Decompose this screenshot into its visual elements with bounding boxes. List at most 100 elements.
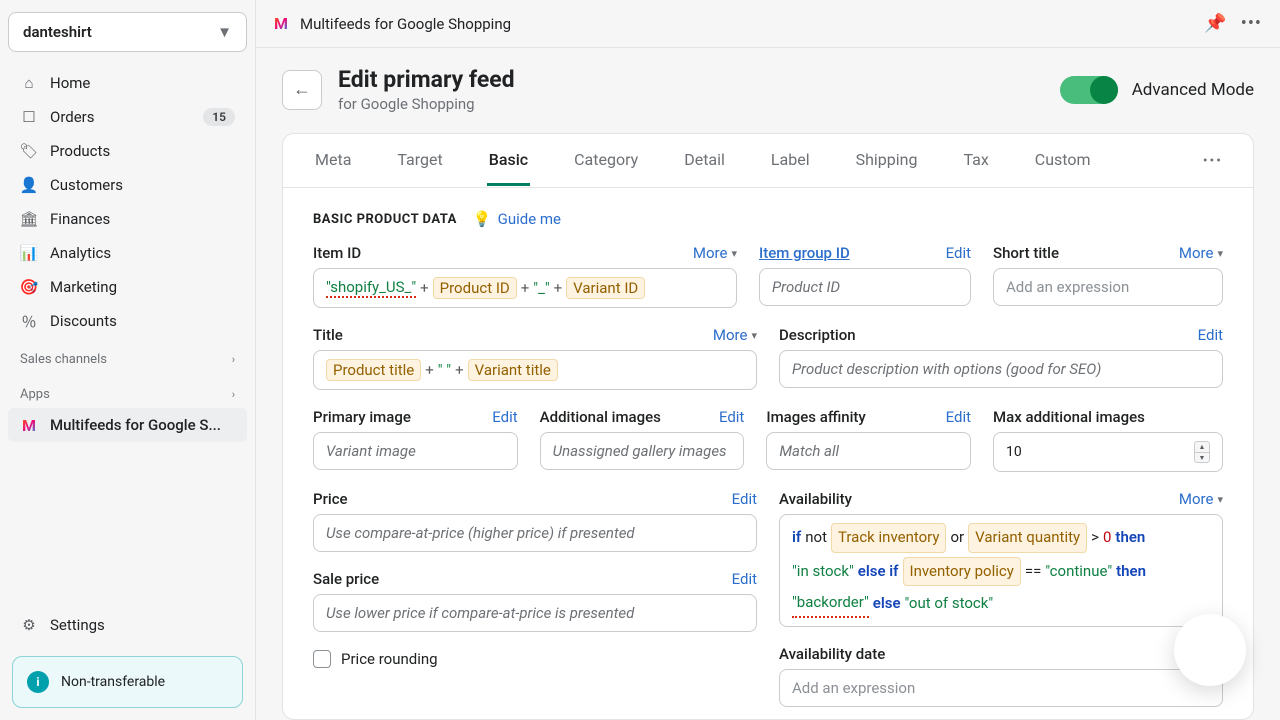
field-sale-price: Sale priceEdit Use lower price if compar… — [313, 570, 757, 632]
orders-icon: ☐ — [20, 108, 38, 126]
field-availability: AvailabilityMore ▾ if not Track inventor… — [779, 490, 1223, 627]
tab-basic[interactable]: Basic — [487, 136, 530, 186]
nav-marketing[interactable]: 🎯Marketing — [8, 270, 247, 304]
nav-customers[interactable]: 👤Customers — [8, 168, 247, 202]
field-item-group-id: Item group ID Edit Product ID — [759, 244, 971, 308]
app-name: Multifeeds for Google Shopping — [300, 15, 511, 33]
caret-down-icon: ▾ — [1217, 493, 1223, 506]
app-logo-icon: M — [274, 14, 288, 33]
sidebar: danteshirt ▼ ⌂Home ☐Orders15 🏷Products 👤… — [0, 0, 256, 720]
availability-expression[interactable]: if not Track inventory or Variant quanti… — [779, 514, 1223, 627]
page-header: ← Edit primary feed for Google Shopping … — [256, 48, 1280, 119]
field-max-additional-images: Max additional images 10 ▲▼ — [993, 408, 1223, 472]
form-body: BASIC PRODUCT DATA 💡 Guide me Item ID Mo… — [283, 188, 1253, 719]
field-description: Description Edit Product description wit… — [779, 326, 1223, 390]
help-fab[interactable] — [1174, 614, 1246, 686]
sale-price-value[interactable]: Use lower price if compare-at-price is p… — [313, 594, 757, 632]
field-availability-date: Availability dateMore ▾ Add an expressio… — [779, 645, 1223, 707]
store-selector[interactable]: danteshirt ▼ — [8, 12, 247, 52]
back-button[interactable]: ← — [282, 70, 322, 110]
nav-analytics[interactable]: 📊Analytics — [8, 236, 247, 270]
images-affinity-edit[interactable]: Edit — [946, 408, 971, 426]
field-primary-image: Primary imageEdit Variant image — [313, 408, 518, 472]
title-more[interactable]: More ▾ — [713, 326, 757, 344]
apps-section[interactable]: Apps› — [8, 373, 247, 408]
additional-images-edit[interactable]: Edit — [719, 408, 744, 426]
info-icon: i — [27, 671, 49, 693]
tab-label[interactable]: Label — [769, 136, 812, 186]
tabs: Meta Target Basic Category Detail Label … — [283, 134, 1253, 188]
caret-down-icon: ▾ — [751, 329, 757, 342]
primary-image-value[interactable]: Variant image — [313, 432, 518, 470]
stepper-down[interactable]: ▼ — [1194, 452, 1210, 463]
nav-products[interactable]: 🏷Products — [8, 134, 247, 168]
price-edit[interactable]: Edit — [732, 490, 757, 508]
item-id-more[interactable]: More ▾ — [693, 244, 737, 262]
primary-image-edit[interactable]: Edit — [492, 408, 517, 426]
price-rounding-checkbox[interactable]: Price rounding — [313, 650, 757, 668]
short-title-input[interactable]: Add an expression — [993, 268, 1223, 306]
target-icon: 🎯 — [20, 278, 38, 296]
availability-more[interactable]: More ▾ — [1179, 490, 1223, 508]
tab-tax[interactable]: Tax — [961, 136, 990, 186]
section-title: BASIC PRODUCT DATA — [313, 212, 457, 227]
user-icon: 👤 — [20, 176, 38, 194]
advanced-mode-toggle[interactable] — [1060, 76, 1118, 104]
nav-finances[interactable]: 🏛Finances — [8, 202, 247, 236]
store-name: danteshirt — [23, 23, 92, 41]
tabs-overflow[interactable]: ••• — [1203, 153, 1223, 169]
field-item-id: Item ID More ▾ "shopify_US_"+ Product ID… — [313, 244, 737, 308]
nav-app-multifeeds[interactable]: MMultifeeds for Google S... — [8, 408, 247, 442]
tab-shipping[interactable]: Shipping — [854, 136, 920, 186]
images-affinity-value[interactable]: Match all — [766, 432, 971, 470]
tab-target[interactable]: Target — [395, 136, 444, 186]
guide-me-link[interactable]: 💡 Guide me — [473, 210, 561, 228]
chevron-down-icon: ▼ — [217, 23, 232, 41]
checkbox-icon — [313, 650, 331, 668]
chart-icon: 📊 — [20, 244, 38, 262]
chevron-right-icon: › — [232, 353, 235, 366]
bank-icon: 🏛 — [20, 210, 38, 228]
description-edit[interactable]: Edit — [1198, 326, 1223, 344]
field-title: Title More ▾ Product title +" "+ Variant… — [313, 326, 757, 390]
home-icon: ⌂ — [20, 74, 38, 92]
nav-settings[interactable]: ⚙Settings — [8, 608, 247, 642]
short-title-more[interactable]: More ▾ — [1179, 244, 1223, 262]
tab-detail[interactable]: Detail — [682, 136, 727, 186]
pin-icon[interactable]: 📌 — [1204, 13, 1226, 34]
additional-images-value[interactable]: Unassigned gallery images — [540, 432, 745, 470]
caret-down-icon: ▾ — [731, 247, 737, 260]
lightbulb-icon: 💡 — [473, 210, 492, 228]
orders-badge: 15 — [203, 108, 235, 126]
tab-custom[interactable]: Custom — [1033, 136, 1093, 186]
field-additional-images: Additional imagesEdit Unassigned gallery… — [540, 408, 745, 472]
field-images-affinity: Images affinityEdit Match all — [766, 408, 971, 472]
tab-category[interactable]: Category — [572, 136, 640, 186]
field-price: PriceEdit Use compare-at-price (higher p… — [313, 490, 757, 552]
item-group-id-edit[interactable]: Edit — [946, 244, 971, 262]
page-subtitle: for Google Shopping — [338, 95, 515, 113]
percent-icon: ％ — [20, 312, 38, 330]
page-title: Edit primary feed — [338, 66, 515, 93]
chevron-right-icon: › — [232, 388, 235, 401]
description-value[interactable]: Product description with options (good f… — [779, 350, 1223, 388]
nav-home[interactable]: ⌂Home — [8, 66, 247, 100]
title-expression[interactable]: Product title +" "+ Variant title — [313, 350, 757, 390]
tag-icon: 🏷 — [20, 142, 38, 160]
max-additional-images-input[interactable]: 10 ▲▼ — [993, 432, 1223, 472]
item-group-id-value[interactable]: Product ID — [759, 268, 971, 306]
non-transferable-note: i Non-transferable — [12, 656, 243, 708]
app-logo-icon: M — [20, 416, 38, 434]
sales-channels-section[interactable]: Sales channels› — [8, 338, 247, 373]
tab-meta[interactable]: Meta — [313, 136, 353, 186]
stepper-up[interactable]: ▲ — [1194, 441, 1210, 452]
field-short-title: Short title More ▾ Add an expression — [993, 244, 1223, 308]
sale-price-edit[interactable]: Edit — [732, 570, 757, 588]
nav-orders[interactable]: ☐Orders15 — [8, 100, 247, 134]
more-icon[interactable]: ••• — [1241, 13, 1262, 34]
price-value[interactable]: Use compare-at-price (higher price) if p… — [313, 514, 757, 552]
item-id-expression[interactable]: "shopify_US_"+ Product ID +"_"+ Variant … — [313, 268, 737, 308]
nav-discounts[interactable]: ％Discounts — [8, 304, 247, 338]
topbar: M Multifeeds for Google Shopping 📌 ••• — [256, 0, 1280, 48]
availability-date-input[interactable]: Add an expression — [779, 669, 1223, 707]
